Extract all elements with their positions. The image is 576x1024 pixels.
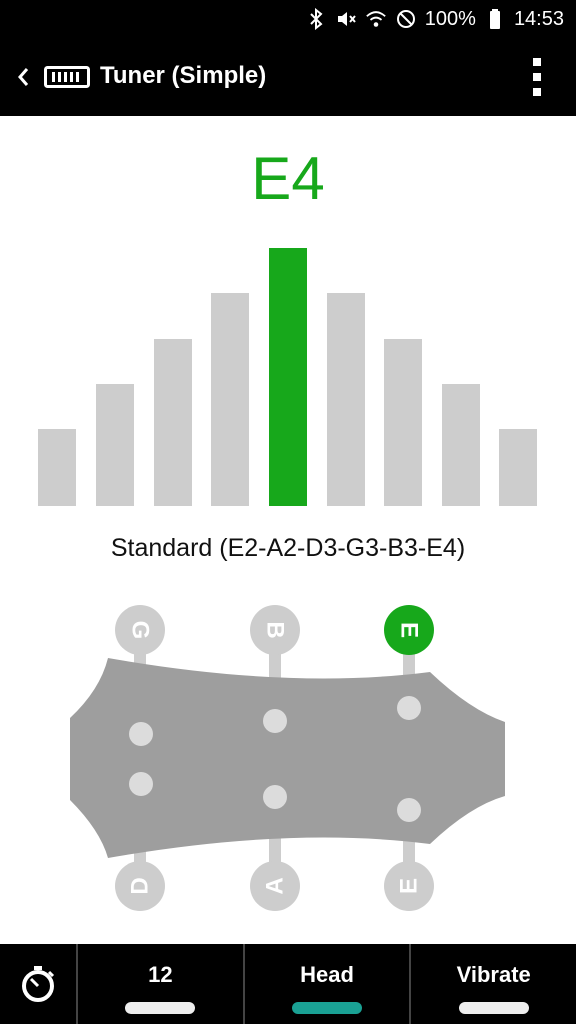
string-label-d: D — [127, 877, 154, 894]
timer-button[interactable] — [0, 944, 78, 1024]
tab-label: Vibrate — [456, 962, 531, 987]
string-button-g[interactable]: G — [115, 605, 165, 655]
meter-bar — [96, 384, 134, 506]
string-label-g: G — [127, 621, 154, 640]
tab-vibrate[interactable]: Vibrate — [411, 944, 576, 1024]
string-label-a: A — [262, 877, 289, 894]
string-label-e-low: E — [396, 878, 423, 894]
meter-bar — [442, 384, 480, 506]
tuning-meter — [0, 0, 576, 520]
tab-indicator — [125, 1002, 196, 1014]
tab-head[interactable]: Head — [245, 944, 412, 1024]
meter-bar — [38, 429, 76, 506]
meter-bar — [327, 293, 365, 506]
string-button-d[interactable]: D — [115, 861, 165, 911]
meter-bar — [154, 339, 192, 506]
string-button-e-high[interactable]: E — [384, 605, 434, 655]
string-button-e-low[interactable]: E — [384, 861, 434, 911]
meter-bar — [211, 293, 249, 506]
tab-indicator-active — [292, 1002, 362, 1014]
meter-bar-active — [269, 248, 307, 506]
tuning-preset-label[interactable]: Standard (E2-A2-D3-G3-B3-E4) — [0, 534, 576, 563]
string-button-a[interactable]: A — [250, 861, 300, 911]
string-label-e-high: E — [396, 622, 423, 638]
headstock-shape — [70, 658, 505, 858]
meter-bar — [499, 429, 537, 506]
bottom-toolbar: 12 Head Vibrate — [0, 944, 576, 1024]
string-button-b[interactable]: B — [250, 605, 300, 655]
tab-label: 12 — [148, 962, 173, 987]
guitar-headstock: G B E D A E — [70, 605, 505, 911]
timer-icon — [22, 966, 55, 1002]
tab-indicator — [458, 1002, 529, 1014]
tab-string-count[interactable]: 12 — [78, 944, 245, 1024]
meter-bar — [384, 339, 422, 506]
string-label-b: B — [262, 621, 289, 638]
tab-label: Head — [300, 962, 354, 987]
